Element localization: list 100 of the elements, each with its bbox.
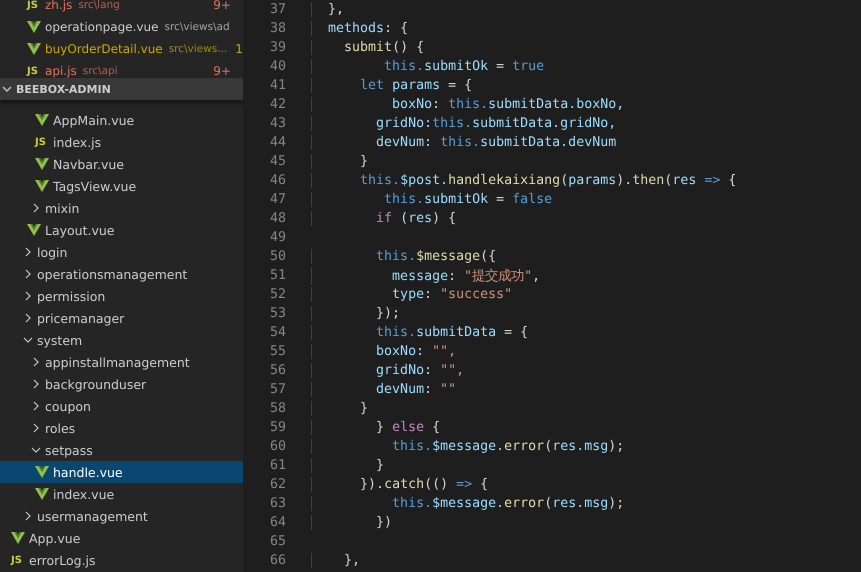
folder-item[interactable]: system (0, 329, 243, 351)
chevron-icon (23, 313, 33, 323)
code-line: this.$post.handlekaixiang(params).then(res => { (311, 173, 736, 188)
file-path: src\views... (168, 43, 228, 55)
code-line: }); (311, 306, 400, 321)
file-path: src\views\ad (164, 21, 230, 33)
js-file-icon: JS (11, 554, 25, 566)
line-number: 54 (268, 325, 286, 340)
code-line: this.$message.error(res.msg); (311, 496, 624, 511)
code-line: methods: { (311, 21, 408, 36)
explorer-title: BEEBOX-ADMIN (16, 82, 111, 96)
line-number: 61 (268, 458, 286, 473)
code-line: }) (311, 515, 392, 530)
file-name: operationpage.vue (45, 20, 158, 34)
line-number: 45 (268, 154, 286, 169)
file-name: zh.js (45, 0, 72, 12)
chevron-icon (23, 269, 33, 279)
line-number: 39 (268, 40, 286, 55)
line-number: 47 (268, 192, 286, 207)
folder-item[interactable]: setpass (0, 439, 243, 461)
file-item[interactable]: JS errorLog.js (0, 549, 243, 571)
line-number: 66 (268, 553, 286, 568)
folder-item[interactable]: operationsmanagement (0, 263, 243, 285)
vue-file-icon (35, 466, 49, 478)
folder-item[interactable]: appinstallmanagement (0, 351, 243, 373)
line-number: 42 (268, 97, 286, 112)
file-path: src\api (82, 65, 118, 77)
open-editor-item[interactable]: operationpage.vue src\views\ad (0, 16, 243, 38)
file-item[interactable]: handle.vue (0, 461, 243, 483)
line-number: 59 (268, 420, 286, 435)
code-line: }, (311, 553, 360, 568)
js-file-icon: JS (27, 0, 41, 10)
vue-file-icon (35, 114, 49, 126)
line-number: 56 (268, 363, 286, 378)
code-line: let params = { (311, 78, 472, 93)
line-number: 41 (268, 78, 286, 93)
file-name: api.js (45, 64, 77, 78)
folder-item[interactable]: pricemanager (0, 307, 243, 329)
code-line: } (311, 401, 368, 416)
line-number: 37 (268, 2, 286, 17)
file-item[interactable]: App.vue (0, 527, 243, 549)
vue-file-icon (27, 224, 41, 236)
code-line: } else { (311, 420, 440, 435)
code-line: devNum: "" (311, 382, 456, 397)
chevron-icon (23, 335, 33, 345)
chevron-icon (31, 445, 41, 455)
file-item[interactable]: Layout.vue (0, 219, 243, 241)
line-number: 62 (268, 477, 286, 492)
line-number: 49 (268, 230, 286, 245)
code-line: boxNo: this.submitData.boxNo, (311, 97, 624, 112)
chevron-icon (23, 291, 33, 301)
file-item[interactable]: JS index.js (0, 131, 243, 153)
code-line: } (311, 154, 368, 169)
file-item[interactable]: AppMain.vue (0, 109, 243, 131)
code-line: this.submitData = { (311, 325, 528, 340)
chevron-icon (31, 203, 41, 213)
line-number: 58 (268, 401, 286, 416)
code-line: submit() { (311, 40, 424, 55)
problem-count: 9+ (212, 0, 231, 12)
line-number: 64 (268, 515, 286, 530)
code-line: this.submitOk = false (311, 192, 552, 207)
file-name: buyOrderDetail.vue (45, 42, 163, 56)
chevron-icon (31, 401, 41, 411)
code-line: this.submitOk = true (311, 59, 544, 74)
folder-item[interactable]: login (0, 241, 243, 263)
folder-item[interactable]: backgrounduser (0, 373, 243, 395)
folder-item[interactable]: roles (0, 417, 243, 439)
code-line: message: "提交成功", (311, 266, 540, 284)
chevron-icon (23, 511, 33, 521)
code-line: }, (311, 2, 344, 17)
line-number: 52 (268, 287, 286, 302)
code-line: gridNo:this.submitData.gridNo, (311, 116, 616, 131)
file-item[interactable]: TagsView.vue (0, 175, 243, 197)
line-number: 44 (268, 135, 286, 150)
js-file-icon: JS (35, 136, 49, 148)
open-editor-item[interactable]: JS zh.js src\lang 9+ (0, 0, 243, 16)
chevron-icon (23, 247, 33, 257)
problem-count: 9+ (212, 64, 231, 78)
explorer-header[interactable]: BEEBOX-ADMIN (0, 78, 243, 100)
folder-item[interactable]: mixin (0, 197, 243, 219)
file-item[interactable]: index.vue (0, 483, 243, 505)
code-line: this.$message.error(res.msg); (311, 439, 624, 454)
problem-count: 1 (234, 42, 243, 56)
chevron-icon (31, 379, 41, 389)
code-line: boxNo: "", (311, 344, 456, 359)
line-number: 63 (268, 496, 286, 511)
line-number: 60 (268, 439, 286, 454)
folder-item[interactable]: coupon (0, 395, 243, 417)
file-item[interactable]: Navbar.vue (0, 153, 243, 175)
folder-item[interactable]: usermanagement (0, 505, 243, 527)
vue-file-icon (35, 488, 49, 500)
folder-item[interactable]: permission (0, 285, 243, 307)
open-editor-item[interactable]: buyOrderDetail.vue src\views... 1 (0, 38, 243, 60)
vue-file-icon (11, 532, 25, 544)
line-number: 57 (268, 382, 286, 397)
vue-file-icon (35, 158, 49, 170)
open-editor-item[interactable]: JS api.js src\api 9+ (0, 60, 243, 78)
line-number: 46 (268, 173, 286, 188)
line-number: 38 (268, 21, 286, 36)
code-line: if (res) { (311, 211, 456, 226)
